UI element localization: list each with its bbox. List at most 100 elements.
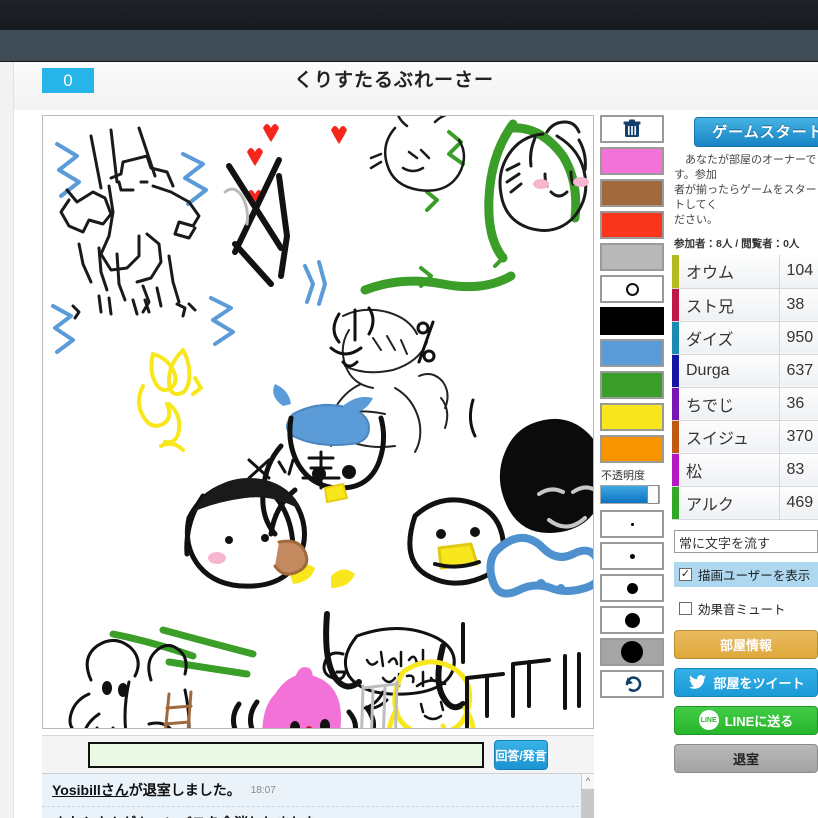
player-name: アルク [679,486,779,520]
player-list: オウム 104 スト兄 38 ダイズ 950 Durga 637 ちでじ 36 … [672,255,818,520]
game-start-button[interactable]: ゲームスタート [694,117,818,147]
color-swatch-white[interactable] [600,275,664,303]
player-color-bar [672,387,679,421]
page-header: 0 くりすたるぶれーさー [14,62,818,110]
chat-system-text: オウムさんがキャンバスを全消ししました。 [52,813,332,818]
list-item: Yosibillさん が退室しました。 18:07 [42,774,594,807]
brush-size-1[interactable] [600,510,664,538]
player-name: オウム [679,255,779,289]
player-color-bar [672,420,679,454]
color-swatch-black[interactable] [600,307,664,335]
room-info-label: 部屋情報 [719,637,772,653]
color-swatch-yellow[interactable] [600,403,664,431]
player-score: 637 [778,354,818,388]
color-swatch-orange[interactable] [600,435,664,463]
player-name: ダイズ [679,321,779,355]
page-left-gutter [0,62,14,818]
player-color-bar [672,354,679,388]
player-color-bar [672,288,679,322]
player-score: 36 [778,387,818,421]
player-score: 83 [778,453,818,487]
exit-room-button[interactable]: 退室 [674,743,818,773]
player-color-bar [672,321,679,355]
player-score: 104 [778,255,818,289]
table-row[interactable]: ダイズ 950 [672,321,818,355]
player-name: 松 [679,453,779,487]
table-row[interactable]: アルク 469 [672,486,818,520]
player-name: スト兄 [679,288,779,322]
color-swatch-red[interactable] [600,211,664,239]
table-row[interactable]: オウム 104 [672,255,818,289]
player-score: 370 [778,420,818,454]
player-color-bar [672,255,679,289]
chat-system-text: が退室しました。 [128,782,241,798]
browser-toolbar [0,30,818,62]
color-swatch-blue[interactable] [600,339,664,367]
chat-system-subject: Yosibillさん [52,782,129,798]
exit-room-label: 退室 [732,751,759,767]
table-row[interactable]: スイジュ 370 [672,420,818,454]
browser-chrome-top [0,0,818,30]
color-swatch-green[interactable] [600,371,664,399]
dot-icon [630,522,634,526]
opacity-label: 不透明度 [601,470,645,482]
brush-size-2[interactable] [600,542,664,570]
checkbox-icon-checked[interactable]: ✓ [679,567,692,581]
participant-count: 参加者：8人 / 閲覧者：0人 [674,238,800,250]
owner-note: あなたが部屋のオーナーです。参加 者が揃ったらゲームをスタートしてく ださい。 [674,154,817,226]
dot-icon [626,582,638,594]
player-score: 38 [778,288,818,322]
send-button[interactable]: 回答/発言 [494,740,548,770]
scrollbar-thumb[interactable] [582,789,594,818]
opacity-slider-handle[interactable] [647,485,659,504]
color-swatch-gray[interactable] [600,243,664,271]
player-name: スイジュ [679,420,779,454]
dot-icon [621,641,643,663]
checkbox-draw-user[interactable]: ✓ 描画ユーザーを表示 [674,561,818,587]
chat-scrollbar[interactable]: ^ [581,774,594,818]
color-swatch-pink[interactable] [600,147,664,175]
tweet-room-label: 部屋をツイート [713,675,805,691]
circle-icon [625,282,639,296]
dot-icon [629,553,635,559]
player-score: 950 [778,321,818,355]
player-score: 469 [778,486,818,520]
player-name: Durga [679,354,779,388]
checkbox-icon-unchecked[interactable] [679,601,692,615]
twitter-bird-icon [687,672,707,692]
player-color-bar [672,486,679,520]
line-send-button[interactable]: LINE LINEに送る [674,705,818,735]
table-row[interactable]: スト兄 38 [672,288,818,322]
table-row[interactable]: Durga 637 [672,354,818,388]
dot-icon [624,612,640,628]
table-row[interactable]: 松 83 [672,453,818,487]
chat-input[interactable] [88,742,484,768]
checkbox-mute-se[interactable]: 効果音ミュート [674,596,818,621]
canvas-artwork [43,116,593,728]
chat-log: Yosibillさんが退室しました。 18:07 オウムさんがキャンバスを全消し… [42,773,594,818]
page-body: 0 くりすたるぶれーさー 不透明度 ゲームスタート あなたが部屋のオーナーです。… [0,62,818,818]
chat-input-bar: 回答/発言 [42,735,594,773]
color-swatch-brown[interactable] [600,179,664,207]
list-item: オウムさんがキャンバスを全消ししました。 18:06 [42,807,594,818]
player-color-bar [672,453,679,487]
text-flow-select[interactable]: 常に文字を流す [674,529,818,553]
brush-size-5[interactable] [600,638,664,666]
checkbox-mute-se-label: 効果音ミュート [698,602,786,617]
tweet-room-button[interactable]: 部屋をツイート [674,667,818,697]
app-root: 0 くりすたるぶれーさー 不透明度 ゲームスタート あなたが部屋のオーナーです。… [0,0,818,818]
table-row[interactable]: ちでじ 36 [672,387,818,421]
chat-timestamp: 18:07 [250,784,276,796]
brush-size-3[interactable] [600,574,664,602]
line-icon: LINE [698,710,719,730]
undo-icon[interactable] [600,670,664,698]
opacity-slider[interactable] [600,485,660,504]
brush-size-4[interactable] [600,606,664,634]
round-badge: 0 [42,68,94,93]
trash-icon[interactable] [600,115,664,143]
checkbox-draw-user-label: 描画ユーザーを表示 [698,568,811,583]
page-title: くりすたるぶれーさー [293,70,494,91]
room-info-button[interactable]: 部屋情報 [674,629,818,659]
chevron-up-icon[interactable]: ^ [582,774,594,788]
drawing-canvas[interactable] [42,115,594,729]
